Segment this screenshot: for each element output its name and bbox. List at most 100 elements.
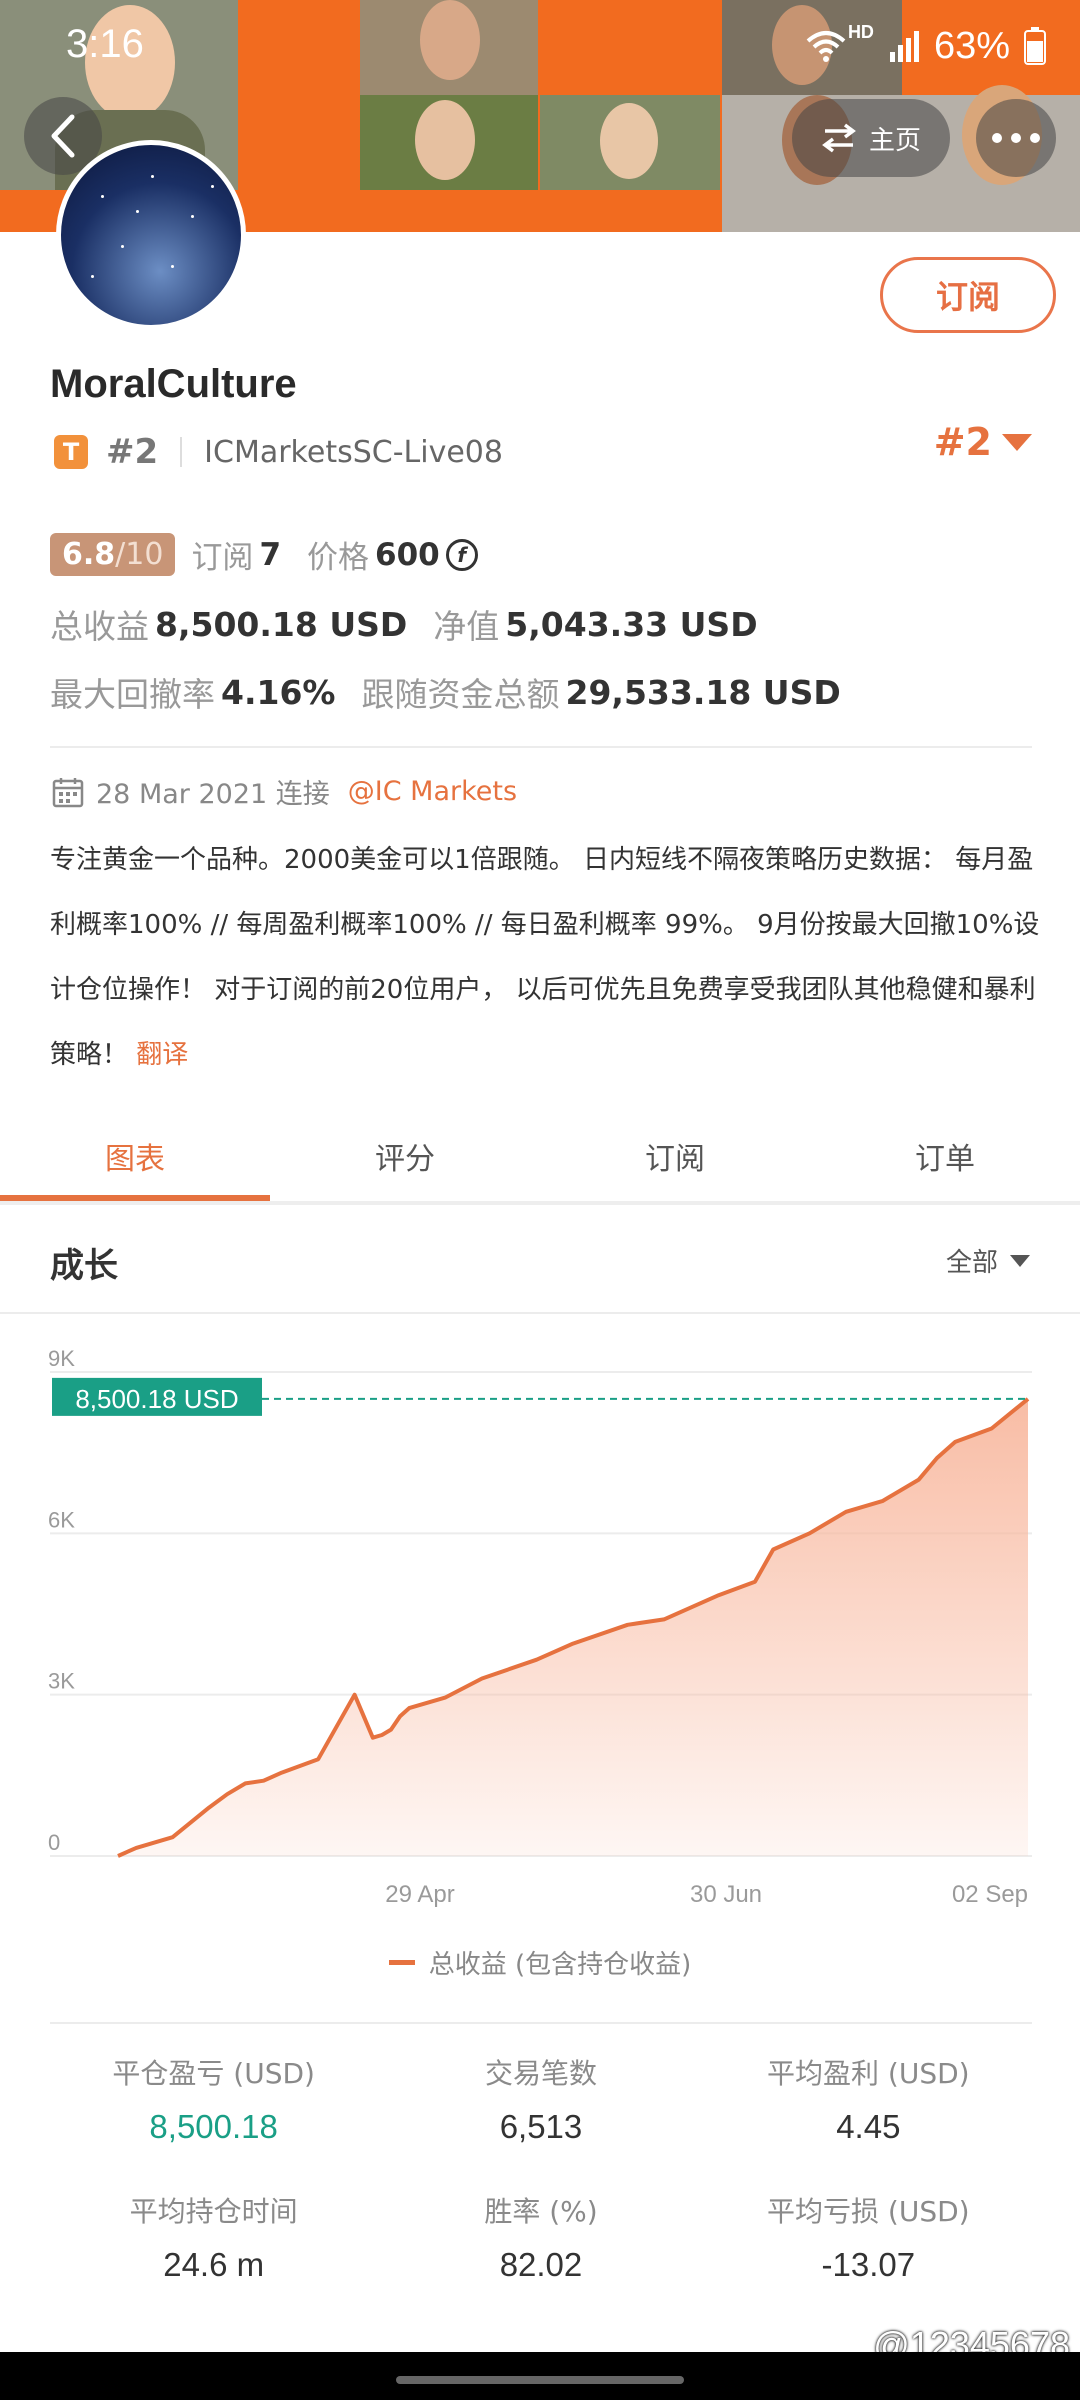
tab-chart[interactable]: 图表 <box>0 1110 270 1202</box>
back-arrow-icon <box>51 114 75 158</box>
chevron-down-icon <box>1002 433 1032 451</box>
status-bar: 3:16 HD 63% <box>0 0 1080 95</box>
rank-dropdown-value: #2 <box>933 420 992 464</box>
status-time: 3:16 <box>66 22 144 66</box>
x-tick-label: 02 Sep <box>952 1881 1028 1908</box>
metric-closed-pnl: 平仓盈亏 (USD) 8,500.18 <box>50 2052 377 2146</box>
rank-label: #2 <box>106 432 159 472</box>
divider <box>50 2022 1032 2024</box>
max-drawdown-value: 4.16% <box>221 672 336 712</box>
price-label: 价格 <box>307 540 370 576</box>
range-label: 全部 <box>945 1248 998 1278</box>
range-dropdown[interactable]: 全部 <box>946 1242 1030 1279</box>
rank-dropdown[interactable]: #2 <box>934 420 1032 464</box>
stats-row-2: 总收益 8,500.18 USD 净值 5,043.33 USD <box>50 600 784 648</box>
metric-avg-hold-time: 平均持仓时间 24.6 m <box>50 2190 377 2284</box>
tab-rating[interactable]: 评分 <box>270 1110 540 1202</box>
translate-link[interactable]: 翻译 <box>136 1040 188 1070</box>
tab-subscribe[interactable]: 订阅 <box>540 1110 810 1202</box>
network-type: HD <box>847 22 874 42</box>
battery-icon <box>1024 27 1046 65</box>
metric-label: 交易笔数 <box>484 2057 597 2090</box>
stats-row-3: 最大回撤率 4.16% 跟随资金总额 29,533.18 USD <box>50 668 867 716</box>
legend-label: 总收益 (包含持仓收益) <box>428 1950 692 1980</box>
tab-bar: 图表 评分 订阅 订单 <box>0 1110 1080 1202</box>
series-area <box>118 1398 1028 1856</box>
metric-avg-profit: 平均盈利 (USD) 4.45 <box>705 2052 1032 2146</box>
metric-label: 平均亏损 (USD) <box>767 2195 970 2228</box>
server-name: ICMarketsSC-Live08 <box>204 434 503 470</box>
metric-value: 8,500.18 <box>149 2108 278 2145</box>
metric-win-rate: 胜率 (%) 82.02 <box>377 2190 704 2284</box>
growth-title: 成长 <box>50 1246 118 1286</box>
y-tick-label: 3K <box>48 1669 75 1694</box>
metric-value: 82.02 <box>499 2246 583 2283</box>
tier-badge: T <box>54 435 88 469</box>
more-dots-icon <box>992 133 1040 143</box>
max-drawdown-label: 最大回撤率 <box>50 675 215 714</box>
subscriptions-label: 订阅 <box>191 540 254 576</box>
tab-orders[interactable]: 订单 <box>810 1110 1080 1202</box>
equity-label: 净值 <box>433 607 500 646</box>
more-button[interactable] <box>976 99 1056 177</box>
metric-label: 平均持仓时间 <box>129 2195 298 2228</box>
metric-value: 24.6 m <box>163 2246 265 2283</box>
wifi-icon <box>806 31 846 62</box>
trader-name: MoralCulture <box>50 362 297 406</box>
score-badge: 6.8/10 <box>50 533 176 576</box>
coin-icon: f <box>445 538 478 571</box>
metric-label: 胜率 (%) <box>484 2195 598 2228</box>
home-label: 主页 <box>868 125 921 156</box>
connection-date: 28 Mar 2021 连接 <box>96 779 330 810</box>
y-tick-label: 6K <box>48 1507 75 1532</box>
connection-line: 28 Mar 2021 连接 @IC Markets <box>52 772 517 811</box>
switch-icon <box>822 123 856 153</box>
y-tick-label: 0 <box>48 1830 60 1855</box>
chevron-down-icon <box>1010 1254 1030 1267</box>
current-value-label: 8,500.18 USD <box>75 1384 238 1414</box>
broker-link[interactable]: @IC Markets <box>348 776 517 807</box>
metric-trade-count: 交易笔数 6,513 <box>377 2052 704 2146</box>
metrics-grid: 平仓盈亏 (USD) 8,500.18 交易笔数 6,513 平均盈利 (USD) 4… <box>50 2052 1032 2284</box>
battery-percent: 63% <box>933 24 1010 67</box>
signal-icon <box>889 31 919 62</box>
follow-funds-label: 跟随资金总额 <box>361 675 560 714</box>
growth-chart: 9K 6K 3K 0 8,500.18 USD 29 Apr 30 Jun 02 Sep <box>48 1346 1032 1908</box>
home-button[interactable]: 主页 <box>792 99 950 177</box>
legend-swatch <box>388 1960 415 1965</box>
metric-value: -13.07 <box>821 2246 916 2283</box>
rank-line: T #2 ICMarketsSC-Live08 <box>54 430 503 474</box>
subscriptions-value: 7 <box>259 536 282 573</box>
metric-value: 6,513 <box>499 2108 583 2145</box>
metric-value: 4.45 <box>836 2108 901 2145</box>
strategy-description: 专注黄金一个品种。2000美金可以1倍跟随。 日内短线不隔夜策略历史数据： 每月… <box>50 828 1040 1088</box>
stats-row-1: 6.8/10 订阅 7 价格 600 f <box>50 532 478 577</box>
score-value: 6.8 <box>62 537 116 572</box>
subscribe-button[interactable]: 订阅 <box>880 257 1056 333</box>
banner-photo <box>360 95 538 190</box>
x-tick-label: 29 Apr <box>385 1881 454 1908</box>
status-icons: HD 63% <box>806 22 1046 70</box>
equity-value: 5,043.33 USD <box>505 604 758 644</box>
y-tick-label: 9K <box>48 1346 75 1371</box>
home-gesture-bar[interactable] <box>396 2376 684 2384</box>
metric-label: 平均盈利 (USD) <box>767 2057 970 2090</box>
total-profit-value: 8,500.18 USD <box>155 604 408 644</box>
price-value: 600 <box>375 536 440 573</box>
calendar-icon <box>52 777 84 807</box>
description-text: 专注黄金一个品种。2000美金可以1倍跟随。 日内短线不隔夜策略历史数据： 每月… <box>50 845 1040 1070</box>
total-profit-label: 总收益 <box>50 607 149 646</box>
x-tick-label: 30 Jun <box>690 1881 762 1908</box>
follow-funds-value: 29,533.18 USD <box>565 672 841 712</box>
tab-divider <box>0 1201 1080 1205</box>
score-max: /10 <box>115 537 164 572</box>
avatar <box>56 140 246 330</box>
active-tab-indicator <box>0 1195 270 1201</box>
metric-label: 平仓盈亏 (USD) <box>112 2057 315 2090</box>
chart-legend: 总收益 (包含持仓收益) <box>0 1944 1080 1981</box>
divider <box>0 1312 1080 1314</box>
divider <box>50 746 1032 748</box>
separator <box>180 437 183 467</box>
metric-avg-loss: 平均亏损 (USD) -13.07 <box>705 2190 1032 2284</box>
banner-photo <box>540 95 720 190</box>
